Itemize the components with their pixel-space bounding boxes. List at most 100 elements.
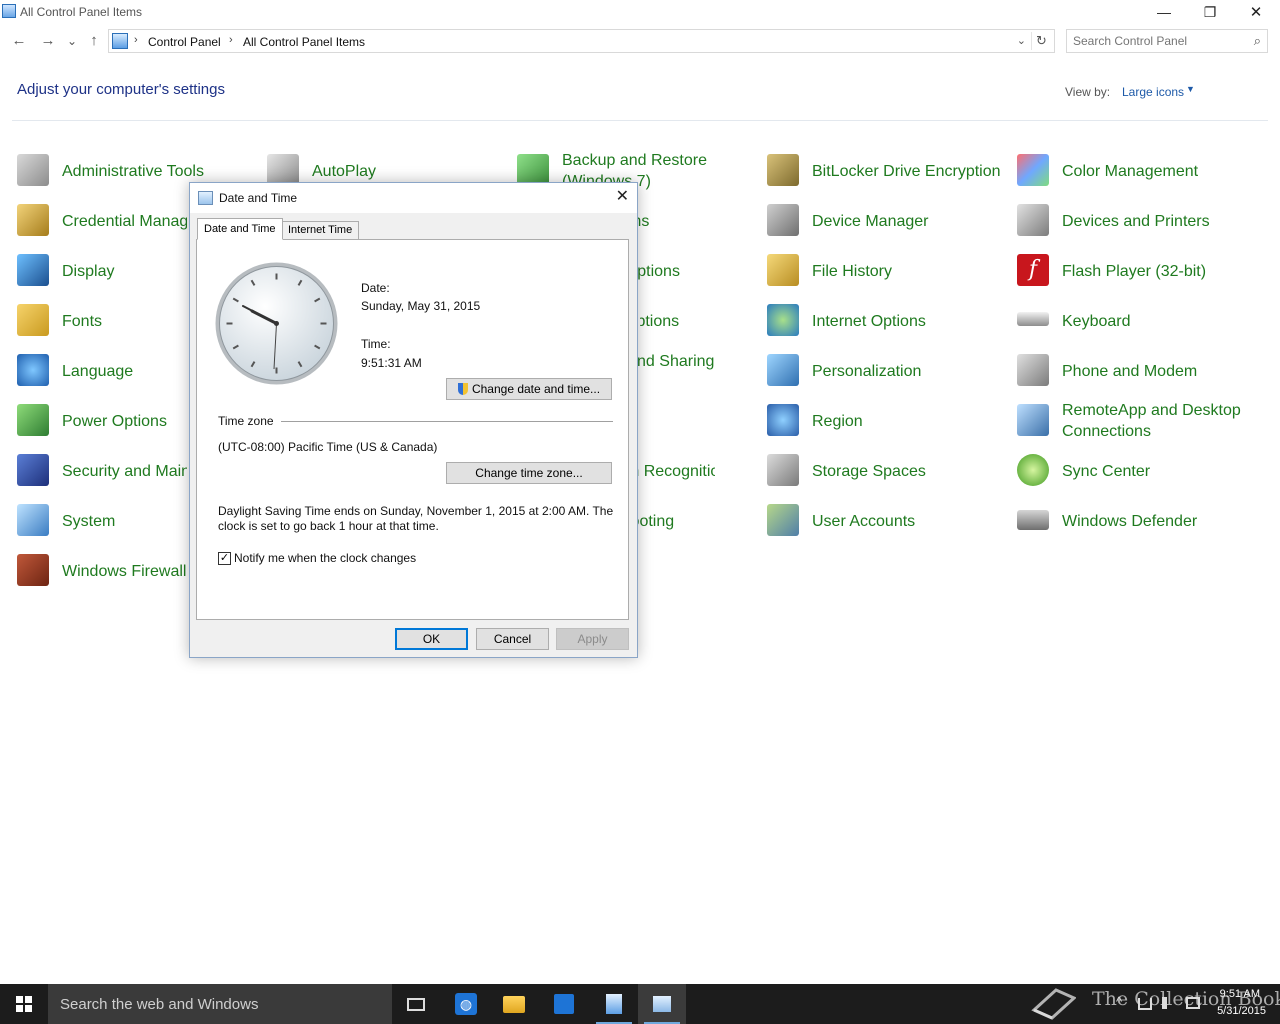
- control-panel-icon: [2, 4, 16, 18]
- credential-manager-icon: [17, 204, 49, 236]
- control-panel-icon: [112, 33, 128, 49]
- view-by-dropdown[interactable]: Large icons: [1122, 85, 1184, 99]
- item-label: Internet Options: [812, 313, 926, 330]
- item-user-accounts[interactable]: User Accounts: [767, 500, 1007, 540]
- taskbar-browser[interactable]: ◍: [442, 984, 490, 1024]
- item-label: System: [62, 513, 116, 530]
- item-region[interactable]: Region: [767, 400, 1007, 440]
- address-bar[interactable]: › Control Panel › All Control Panel Item…: [108, 29, 1055, 53]
- date-time-dialog: Date and Time ✕ Date and Time Internet T…: [189, 182, 638, 658]
- breadcrumb-separator: ›: [134, 34, 138, 46]
- breadcrumb-control-panel[interactable]: Control Panel: [148, 35, 221, 49]
- globe-icon: ◍: [455, 993, 477, 1015]
- tab-date-and-time[interactable]: Date and Time: [197, 218, 283, 240]
- device-manager-icon: [767, 204, 799, 236]
- item-keyboard[interactable]: Keyboard: [1017, 300, 1257, 340]
- recent-locations-button[interactable]: ⌄: [62, 31, 82, 51]
- timezone-section-label: Time zone: [218, 414, 274, 428]
- notify-label: Notify me when the clock changes: [234, 551, 417, 565]
- taskbar-store[interactable]: [540, 984, 588, 1024]
- watermark-text: The Collection Book: [1092, 988, 1280, 1010]
- shield-icon: [457, 383, 468, 395]
- item-label: Windows Defender: [1062, 513, 1198, 530]
- search-box[interactable]: ⌕: [1066, 29, 1268, 53]
- fonts-icon: [17, 304, 49, 336]
- maximize-button[interactable]: ❐: [1187, 0, 1233, 24]
- address-dropdown-icon[interactable]: ⌄: [1017, 34, 1026, 47]
- item-color-management[interactable]: Color Management: [1017, 150, 1257, 190]
- item-flash-player[interactable]: f Flash Player (32-bit): [1017, 250, 1257, 290]
- item-label: Windows Firewall: [62, 563, 187, 580]
- item-label: Power Options: [62, 413, 167, 430]
- item-devices-and-printers[interactable]: Devices and Printers: [1017, 200, 1257, 240]
- minimize-button[interactable]: —: [1141, 0, 1187, 24]
- item-windows-defender[interactable]: Windows Defender: [1017, 500, 1257, 540]
- back-button[interactable]: ←: [9, 31, 29, 51]
- taskbar-search-text: Search the web and Windows: [60, 996, 259, 1013]
- task-view-button[interactable]: [392, 984, 440, 1024]
- task-view-icon: [407, 997, 425, 1011]
- item-remoteapp[interactable]: RemoteApp and Desktop Connections: [1017, 400, 1277, 442]
- forward-button[interactable]: →: [38, 31, 58, 51]
- item-phone-and-modem[interactable]: Phone and Modem: [1017, 350, 1257, 390]
- caret-down-icon[interactable]: ▼: [1186, 84, 1195, 94]
- item-bitlocker[interactable]: BitLocker Drive Encryption: [767, 150, 1007, 190]
- printer-icon: [1017, 204, 1049, 236]
- item-options[interactable]: Options: [640, 300, 720, 340]
- start-button[interactable]: [0, 984, 48, 1024]
- item-personalization[interactable]: Personalization: [767, 350, 1007, 390]
- item-label: Color Management: [1062, 163, 1199, 180]
- item-sync-center[interactable]: Sync Center: [1017, 450, 1257, 490]
- item-label: AutoPlay: [312, 163, 377, 180]
- item-label: RemoteApp and Desktop: [1062, 402, 1241, 419]
- item-storage-spaces[interactable]: Storage Spaces: [767, 450, 1007, 490]
- up-button[interactable]: ↑: [84, 31, 104, 51]
- breadcrumb-all-items[interactable]: All Control Panel Items: [243, 35, 365, 49]
- notify-checkbox[interactable]: ✓: [218, 552, 231, 565]
- item-label: Security and Maintenance: [62, 463, 187, 480]
- item-internet-options[interactable]: Internet Options: [767, 300, 1007, 340]
- search-input[interactable]: [1073, 33, 1243, 49]
- change-time-zone-button[interactable]: Change time zone...: [446, 462, 612, 484]
- taskbar-search-box[interactable]: Search the web and Windows: [48, 984, 392, 1024]
- system-icon: [17, 504, 49, 536]
- page-heading: Adjust your computer's settings: [17, 81, 225, 98]
- taskbar-file-explorer[interactable]: [490, 984, 538, 1024]
- store-icon: [554, 994, 574, 1014]
- power-options-icon: [17, 404, 49, 436]
- administrative-tools-icon: [17, 154, 49, 186]
- folder-icon: [503, 995, 525, 1013]
- item-credential-manager[interactable]: Credential Manager: [17, 200, 187, 240]
- taskbar-control-panel[interactable]: [590, 984, 638, 1024]
- item-security-and-maintenance[interactable]: Security and Maintenance: [17, 450, 187, 490]
- language-icon: [17, 354, 49, 386]
- display-icon: [17, 254, 49, 286]
- button-label: Change date and time...: [471, 382, 601, 396]
- refresh-button[interactable]: ↻: [1031, 32, 1051, 50]
- section-divider: [281, 421, 613, 422]
- dialog-title-bar: Date and Time ✕: [190, 183, 637, 213]
- time-value: 9:51:31 AM: [361, 356, 422, 370]
- breadcrumb-separator: ›: [229, 34, 233, 46]
- change-date-time-button[interactable]: Change date and time...: [446, 378, 612, 400]
- item-label: Options: [640, 313, 680, 330]
- apply-button[interactable]: Apply: [556, 628, 629, 650]
- title-bar: All Control Panel Items — ❐ ✕: [0, 0, 1280, 24]
- item-file-history[interactable]: File History: [767, 250, 1007, 290]
- item-device-manager[interactable]: Device Manager: [767, 200, 1007, 240]
- ok-button[interactable]: OK: [395, 628, 468, 650]
- tab-internet-time[interactable]: Internet Time: [281, 221, 360, 240]
- date-label: Date:: [361, 281, 390, 295]
- close-icon[interactable]: ✕: [616, 186, 629, 206]
- close-button[interactable]: ✕: [1233, 0, 1279, 24]
- item-label: Storage Spaces: [812, 463, 926, 480]
- view-by-label: View by:: [1065, 85, 1111, 99]
- cancel-button[interactable]: Cancel: [476, 628, 549, 650]
- item-label: Phone and Modem: [1062, 363, 1198, 380]
- flag-icon: [17, 454, 49, 486]
- timezone-value: (UTC-08:00) Pacific Time (US & Canada): [218, 440, 438, 454]
- window-title: All Control Panel Items: [20, 5, 143, 19]
- search-icon[interactable]: ⌕: [1254, 33, 1261, 49]
- item-label: Language: [62, 363, 134, 380]
- taskbar-date-time[interactable]: [638, 984, 686, 1024]
